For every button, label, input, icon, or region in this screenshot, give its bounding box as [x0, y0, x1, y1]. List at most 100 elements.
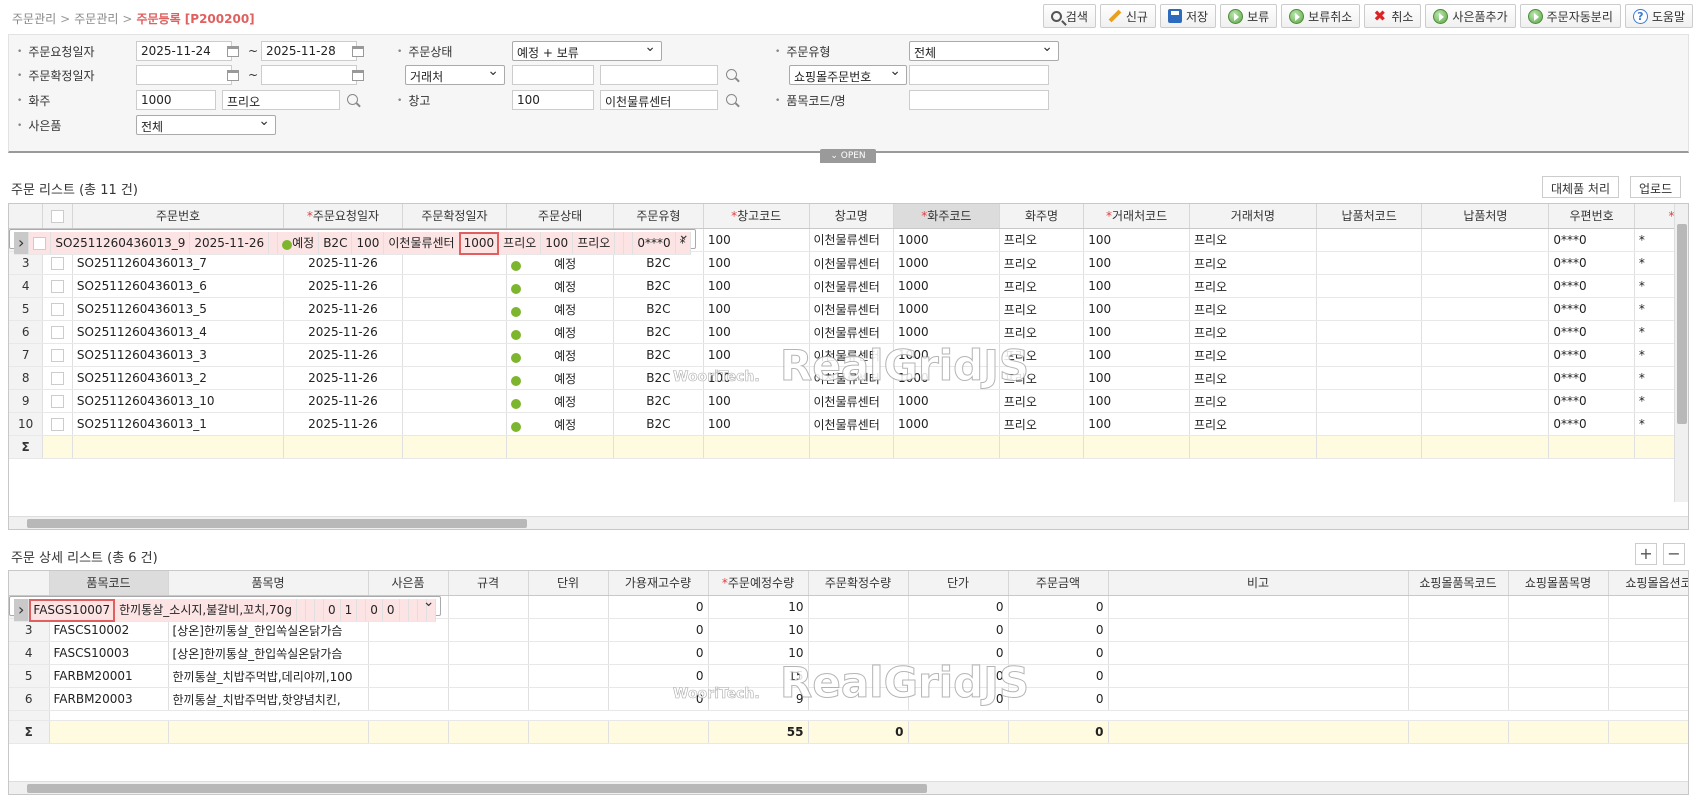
row-checkbox[interactable] [42, 274, 73, 298]
table-cell[interactable] [1608, 618, 1688, 642]
table-cell[interactable] [808, 687, 909, 711]
column-header[interactable]: 주문확정일자 [402, 204, 508, 229]
table-cell[interactable]: SO2511260436013_3 [72, 343, 285, 367]
search-icon[interactable] [726, 69, 737, 80]
table-cell[interactable]: 0 [908, 595, 1009, 619]
table-cell[interactable]: SO2511260436013_2 [72, 366, 285, 390]
table-cell[interactable]: FARBM20001 [49, 664, 169, 688]
table-cell[interactable]: 0***0 [1548, 228, 1635, 252]
table-cell[interactable] [399, 598, 409, 622]
search-icon[interactable] [347, 94, 358, 105]
table-cell[interactable] [808, 595, 909, 619]
table-cell[interactable] [614, 231, 625, 255]
table-cell[interactable] [402, 412, 508, 436]
table-cell[interactable]: 1000 [893, 412, 1000, 436]
table-cell[interactable] [1316, 320, 1423, 344]
table-cell[interactable]: 2025-11-26 [283, 297, 403, 321]
table-cell[interactable]: 100 [351, 231, 385, 255]
table-cell[interactable] [448, 595, 529, 619]
search-icon[interactable] [726, 94, 737, 105]
add-gift-button[interactable]: 사은품추가 [1425, 4, 1516, 28]
table-cell[interactable]: 0***0 [1548, 297, 1635, 321]
table-cell[interactable]: 100 [1083, 320, 1190, 344]
table-cell[interactable] [1316, 389, 1423, 413]
table-cell[interactable]: 2025-11-26 [283, 320, 403, 344]
column-header[interactable]: 창고코드 [703, 204, 810, 229]
table-cell[interactable] [1408, 595, 1509, 619]
table-cell[interactable]: B2C [613, 320, 704, 344]
column-header[interactable]: 가용재고수량 [608, 571, 709, 596]
table-cell[interactable] [1508, 595, 1609, 619]
table-cell[interactable]: 0 [1008, 664, 1109, 688]
table-cell[interactable]: 예정 [506, 274, 614, 298]
table-row[interactable]: 9 SO2511260436013_10 2025-11-26 예정 B2C 100 이천물… [9, 389, 1688, 413]
table-cell[interactable] [448, 641, 529, 665]
calendar-icon[interactable] [352, 46, 364, 57]
table-cell[interactable] [1421, 412, 1550, 436]
table-cell[interactable] [1316, 228, 1423, 252]
table-cell[interactable]: SO2511260436013_5 [72, 297, 285, 321]
table-cell[interactable]: 프리오 [1189, 274, 1317, 298]
table-cell[interactable]: 프리오 [999, 251, 1085, 275]
table-cell[interactable] [296, 598, 306, 622]
table-cell[interactable]: 이천물류센터 [809, 274, 895, 298]
table-cell[interactable] [402, 274, 508, 298]
table-cell[interactable]: * [675, 231, 691, 255]
table-row[interactable]: › FASGS10007 한끼통살_소시지,불갈비,꼬치,70g 0 1 0 0 [9, 594, 441, 622]
add-row-button[interactable]: + [1635, 543, 1657, 565]
table-cell[interactable]: 9 [708, 687, 809, 711]
table-cell[interactable]: 100 [1083, 251, 1190, 275]
hold-cancel-button[interactable]: 보류취소 [1281, 4, 1361, 28]
table-cell[interactable]: 프리오 [999, 228, 1085, 252]
table-cell[interactable]: 예정 [506, 297, 614, 321]
table-cell[interactable] [1408, 664, 1509, 688]
mall-order-select[interactable]: 쇼핑몰주문번호 [789, 63, 907, 85]
table-cell[interactable]: 2025-11-26 [283, 343, 403, 367]
row-checkbox[interactable] [28, 231, 52, 255]
owner-code-input[interactable]: 1000 [136, 90, 216, 110]
order-status-select[interactable]: 예정 + 보류 [512, 39, 662, 61]
table-cell[interactable]: 0***0 [1548, 251, 1635, 275]
table-cell[interactable]: 0 [608, 664, 709, 688]
table-cell[interactable] [1608, 664, 1688, 688]
table-cell[interactable] [417, 598, 427, 622]
table-cell[interactable] [448, 664, 529, 688]
table-cell[interactable] [623, 231, 634, 255]
table-cell[interactable] [368, 641, 449, 665]
warehouse-code-input[interactable]: 100 [512, 90, 594, 110]
table-cell[interactable] [808, 641, 909, 665]
table-row[interactable]: 6 SO2511260436013_4 2025-11-26 예정 B2C 100 이천물류… [9, 320, 1688, 344]
table-cell[interactable] [402, 366, 508, 390]
table-cell[interactable]: B2C [613, 389, 704, 413]
new-button[interactable]: 신규 [1099, 4, 1156, 28]
table-cell[interactable] [356, 598, 367, 622]
table-cell[interactable]: 0 [908, 687, 1009, 711]
mall-order-input[interactable] [909, 65, 1049, 85]
table-cell[interactable] [1108, 641, 1409, 665]
detail-grid-hscroll[interactable] [9, 781, 1688, 794]
table-cell[interactable]: 100 [703, 366, 810, 390]
table-cell[interactable]: SO2511260436013_10 [72, 389, 285, 413]
table-cell[interactable]: 1000 [893, 343, 1000, 367]
table-cell[interactable]: SO2511260436013_1 [72, 412, 285, 436]
table-cell[interactable] [528, 595, 609, 619]
table-row[interactable]: 5 FARBM20001 한끼통살_치밥주먹밥,데리야끼,100 0 15 0 0 [9, 664, 1688, 688]
cancel-button[interactable]: ✖ 취소 [1364, 4, 1422, 28]
table-row[interactable]: 6 FARBM20003 한끼통살_치밥주먹밥,핫양념치킨, 0 9 0 0 [9, 687, 1688, 711]
table-cell[interactable]: 0 [908, 641, 1009, 665]
table-cell[interactable]: 1000 [893, 251, 1000, 275]
table-cell[interactable]: 0 [908, 618, 1009, 642]
breadcrumb-item[interactable]: 주문관리 [74, 12, 118, 26]
table-cell[interactable]: B2C [613, 297, 704, 321]
column-header[interactable]: 쇼핑몰품목코드 [1408, 571, 1509, 596]
table-row[interactable]: › SO2511260436013_9 2025-11-26 예정 B2C 100 이천물류… [9, 227, 696, 255]
table-cell[interactable]: 1000 [893, 366, 1000, 390]
detail-grid[interactable]: 품목코드 품목명 사은품 규격 단위 가용재고수량 주문예정수량 주문확정수량 … [8, 570, 1689, 795]
column-header[interactable]: 품목코드 [49, 571, 169, 596]
substitute-button[interactable]: 대체품 처리 [1542, 176, 1620, 198]
table-cell[interactable]: 예정 [277, 231, 320, 255]
table-cell[interactable]: 100 [1083, 366, 1190, 390]
table-cell[interactable]: 100 [703, 412, 810, 436]
table-cell[interactable]: 프리오 [1189, 343, 1317, 367]
table-cell[interactable] [1316, 274, 1423, 298]
